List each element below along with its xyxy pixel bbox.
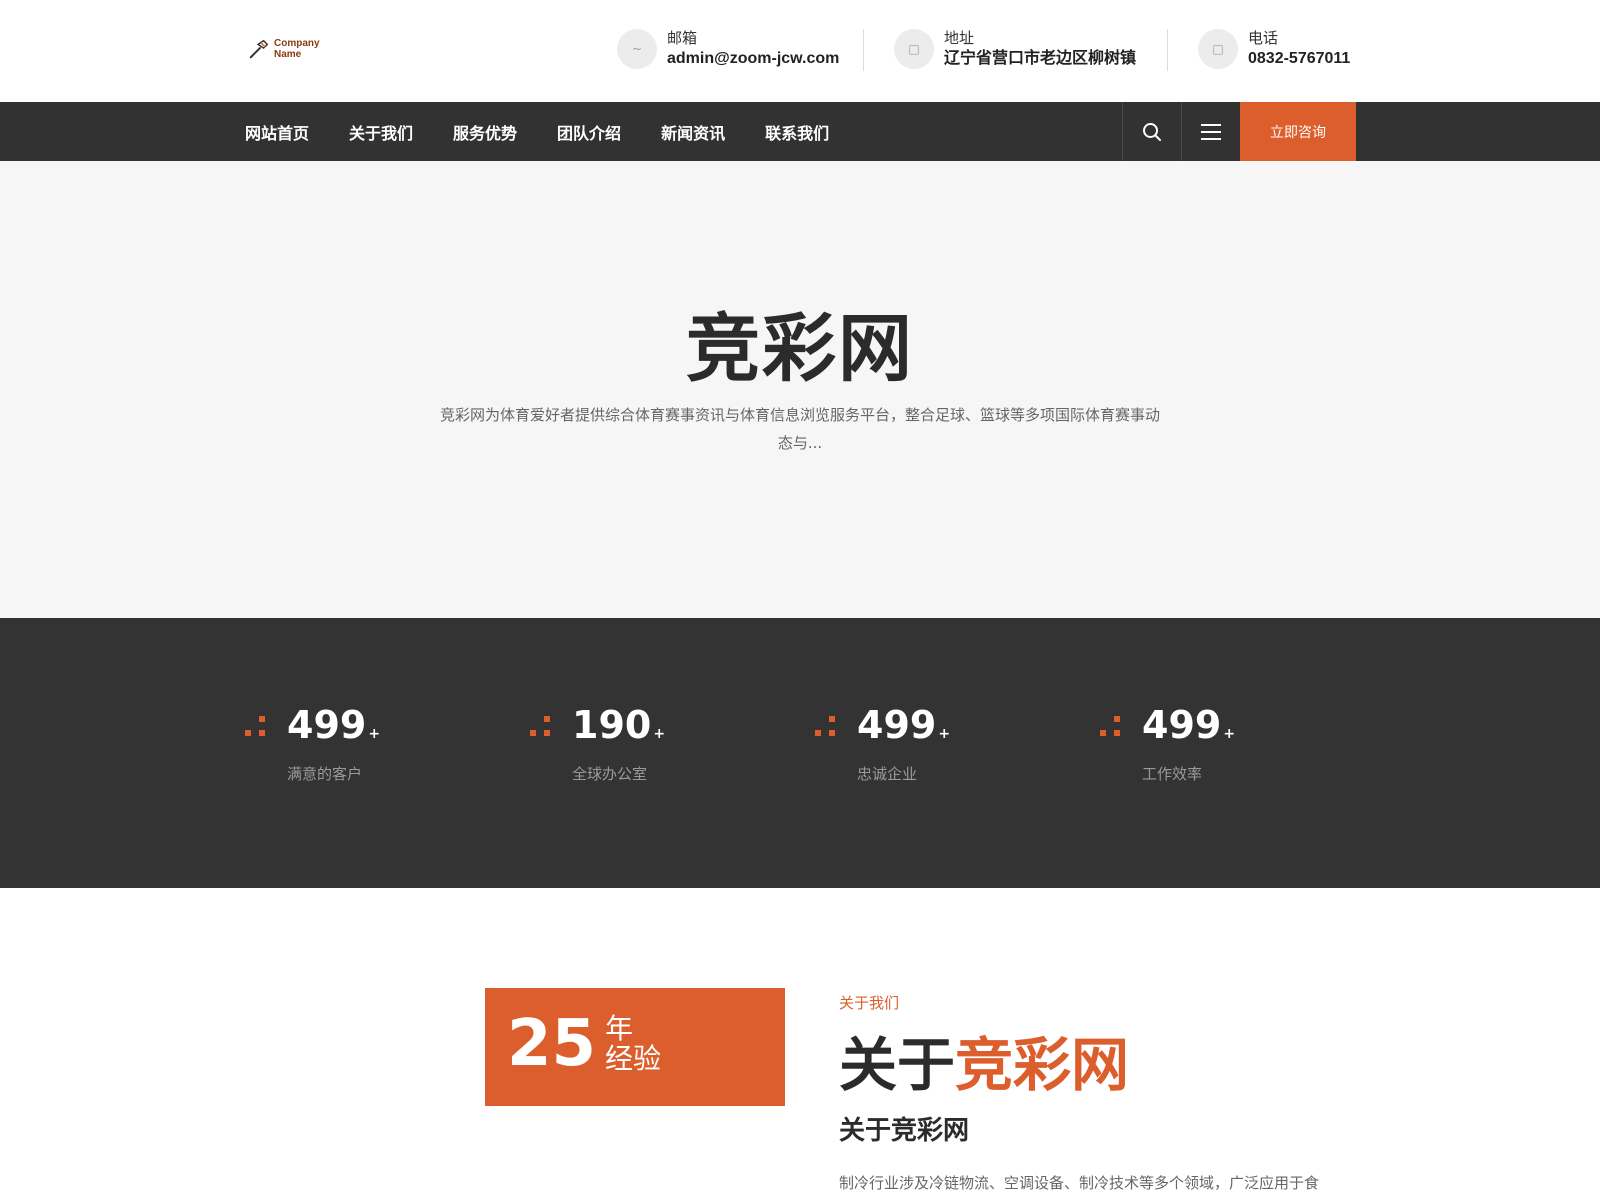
nav-menu: 网站首页 关于我们 服务优势 团队介绍 新闻资讯 联系我们 <box>245 102 869 161</box>
stat-label: 忠诚企业 <box>857 765 918 783</box>
nav-item-services[interactable]: 服务优势 <box>453 120 517 144</box>
phone-value[interactable]: 0832-5767011 <box>1248 48 1350 70</box>
email-info: ~ 邮箱 admin@zoom-jcw.com <box>617 28 839 70</box>
hamburger-menu-icon <box>1201 123 1221 140</box>
info-divider <box>863 29 864 71</box>
about-heading: 关于竞彩网 <box>839 1116 970 1146</box>
phone-info: □ 电话 0832-5767011 <box>1198 28 1350 70</box>
search-button[interactable] <box>1122 102 1181 161</box>
hero-banner: 竞彩网 竞彩网为体育爱好者提供综合体育赛事资讯与体育信息浏览服务平台，整合足球、… <box>0 161 1600 618</box>
nav-item-home[interactable]: 网站首页 <box>245 120 309 144</box>
dots-icon <box>530 716 552 738</box>
phone-icon: □ <box>1198 29 1238 69</box>
dots-icon <box>815 716 837 738</box>
experience-label: 经验 <box>605 1042 662 1075</box>
location-icon: □ <box>894 29 934 69</box>
nav-item-about[interactable]: 关于我们 <box>349 120 413 144</box>
about-subtitle: 关于我们 <box>839 994 900 1012</box>
dots-icon <box>1100 716 1122 738</box>
dots-icon <box>245 716 267 738</box>
stat-value: 190 + <box>572 703 666 747</box>
stat-label: 工作效率 <box>1142 765 1203 783</box>
nav-item-news[interactable]: 新闻资讯 <box>661 120 725 144</box>
hero-title: 竞彩网 <box>686 306 914 392</box>
phone-label: 电话 <box>1248 29 1279 47</box>
nav-item-team[interactable]: 团队介绍 <box>557 120 621 144</box>
search-icon <box>1143 122 1161 141</box>
email-value[interactable]: admin@zoom-jcw.com <box>667 48 839 70</box>
experience-years: 25 <box>507 1007 597 1081</box>
company-logo[interactable]: Company Name <box>248 38 320 60</box>
email-label: 邮箱 <box>667 29 698 47</box>
hammer-icon <box>249 39 269 59</box>
address-info: □ 地址 辽宁省营口市老边区柳树镇 <box>894 28 1136 70</box>
menu-button[interactable] <box>1181 102 1240 161</box>
experience-text: 年 经验 <box>605 1014 661 1074</box>
stat-value: 499 + <box>1142 703 1236 747</box>
top-bar: Company Name ~ 邮箱 admin@zoom-jcw.com □ 地… <box>0 0 1600 102</box>
experience-badge: 25 年 经验 <box>485 988 785 1106</box>
email-icon: ~ <box>617 29 657 69</box>
stat-value: 499 + <box>857 703 951 747</box>
stat-label: 全球办公室 <box>572 765 648 783</box>
about-title: 关于竞彩网 <box>839 1031 1130 1099</box>
hero-description: 竞彩网为体育爱好者提供综合体育赛事资讯与体育信息浏览服务平台，整合足球、篮球等多… <box>439 406 1160 452</box>
main-nav: 网站首页 关于我们 服务优势 团队介绍 新闻资讯 联系我们 立即咨询 <box>0 102 1600 161</box>
logo-text: Company Name <box>274 38 320 60</box>
stat-value: 499 + <box>287 703 381 747</box>
consult-button[interactable]: 立即咨询 <box>1240 102 1356 161</box>
about-text: 制冷行业涉及冷链物流、空调设备、制冷技术等多个领域，广泛应用于食 <box>839 1174 1320 1192</box>
info-divider <box>1167 29 1168 71</box>
experience-unit: 年 <box>605 1012 634 1045</box>
stats-section: 499 + 满意的客户 190 + 全球办公室 499 + 忠诚企业 499 + 工作效… <box>0 618 1600 888</box>
address-label: 地址 <box>944 29 975 47</box>
nav-item-contact[interactable]: 联系我们 <box>765 120 829 144</box>
address-value: 辽宁省营口市老边区柳树镇 <box>944 50 1137 67</box>
stat-label: 满意的客户 <box>287 765 363 783</box>
